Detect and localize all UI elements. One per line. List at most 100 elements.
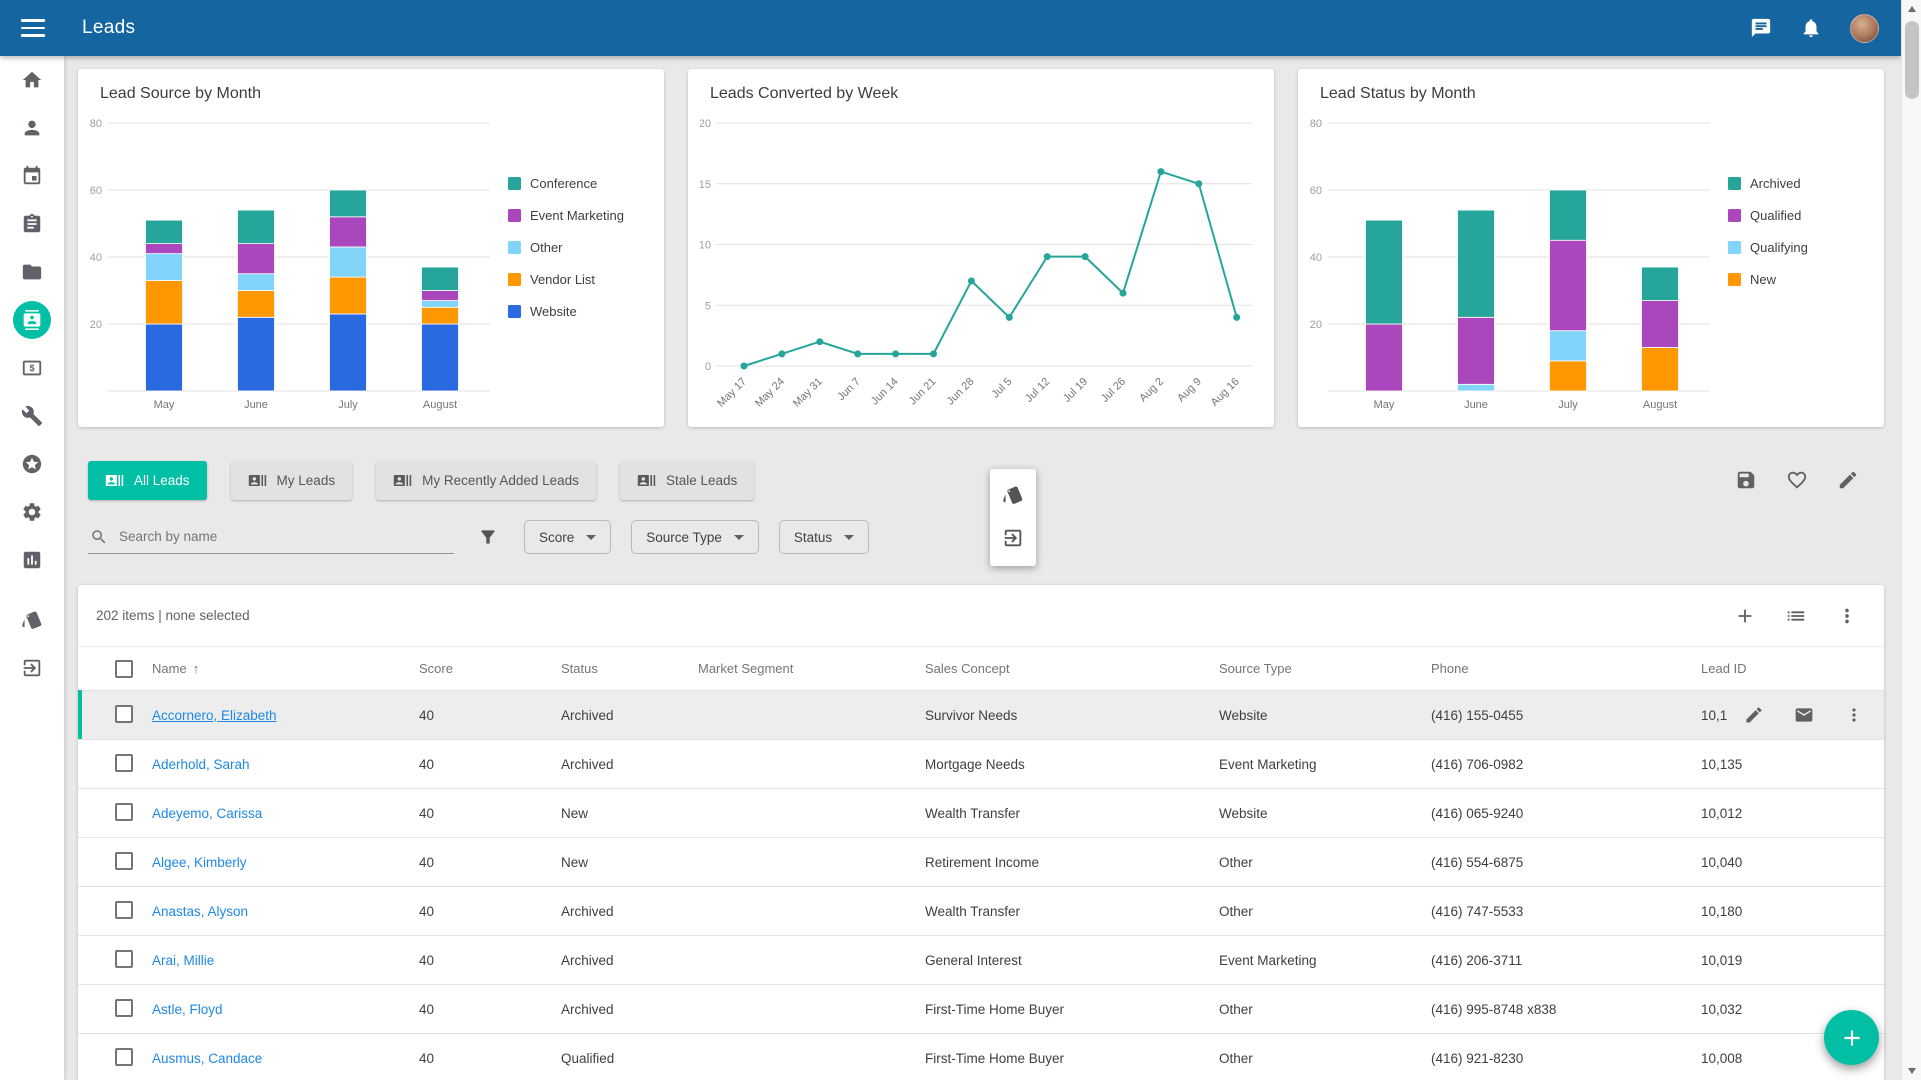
svg-text:Jul 5: Jul 5 [989, 376, 1014, 401]
lead-name-link[interactable]: Adeyemo, Carissa [152, 806, 262, 821]
scroll-down-arrow[interactable] [1902, 1062, 1921, 1080]
status-dropdown[interactable]: Status [779, 520, 869, 554]
page-scrollbar[interactable] [1901, 0, 1921, 1080]
sidebar-item-tags[interactable] [0, 596, 64, 644]
sidebar-item-reports[interactable] [0, 536, 64, 584]
table-body: Accornero, Elizabeth 40 Archived Survivo… [78, 691, 1884, 1080]
row-checkbox[interactable] [115, 999, 133, 1017]
sidebar-item-settings[interactable] [0, 488, 64, 536]
chat-icon[interactable] [1750, 17, 1772, 39]
row-checkbox[interactable] [115, 803, 133, 821]
user-avatar[interactable] [1850, 14, 1879, 43]
menu-icon[interactable] [21, 19, 45, 37]
sidebar-item-tasks[interactable] [0, 200, 64, 248]
table-row[interactable]: Adeyemo, Carissa 40 New Wealth Transfer … [78, 789, 1884, 838]
assign-exit-icon[interactable] [1002, 527, 1024, 549]
table-row[interactable]: Arai, Millie 40 Archived General Interes… [78, 936, 1884, 985]
view-list-icon[interactable] [1785, 605, 1807, 627]
scroll-up-arrow[interactable] [1902, 0, 1921, 18]
more-options-kebab-icon[interactable] [1836, 605, 1858, 627]
column-header-lead-id[interactable]: Lead ID [1701, 661, 1884, 676]
row-checkbox[interactable] [115, 852, 133, 870]
edit-pencil-icon[interactable] [1837, 469, 1859, 491]
exit-icon [21, 657, 43, 679]
lead-name-link[interactable]: Accornero, Elizabeth [152, 708, 277, 723]
row-checkbox[interactable] [115, 1048, 133, 1066]
lead-name-link[interactable]: Algee, Kimberly [152, 855, 247, 870]
sidebar-item-documents[interactable] [0, 248, 64, 296]
table-row[interactable]: Ausmus, Candace 40 Qualified First-Time … [78, 1034, 1884, 1080]
email-envelope-icon[interactable] [1794, 705, 1814, 725]
lead-score: 40 [419, 806, 561, 821]
sidebar-item-leads-active[interactable] [0, 296, 64, 344]
favorite-heart-icon[interactable] [1786, 469, 1808, 491]
floating-actions-panel [990, 469, 1036, 566]
lead-status: New [561, 806, 698, 821]
table-row[interactable]: Anastas, Alyson 40 Archived Wealth Trans… [78, 887, 1884, 936]
svg-text:Aug 9: Aug 9 [1175, 376, 1204, 405]
lead-score: 40 [419, 904, 561, 919]
edit-pencil-icon[interactable] [1744, 705, 1764, 725]
column-header-status[interactable]: Status [561, 661, 698, 676]
row-checkbox[interactable] [115, 754, 133, 772]
add-icon[interactable] [1734, 605, 1756, 627]
svg-text:May 31: May 31 [791, 376, 825, 410]
lead-name-link[interactable]: Arai, Millie [152, 953, 214, 968]
leads-table-card: 202 items | none selected Name ↑ Score S… [78, 585, 1884, 1080]
tab-stale-leads[interactable]: Stale Leads [620, 461, 754, 500]
svg-text:May: May [154, 399, 175, 411]
lead-name-link[interactable]: Astle, Floyd [152, 1002, 223, 1017]
add-lead-fab[interactable] [1824, 1010, 1879, 1065]
table-row[interactable]: Aderhold, Sarah 40 Archived Mortgage Nee… [78, 740, 1884, 789]
row-checkbox[interactable] [115, 705, 133, 723]
search-input[interactable] [119, 529, 419, 544]
column-header-source-type[interactable]: Source Type [1219, 661, 1431, 676]
more-options-kebab-icon[interactable] [1844, 705, 1864, 725]
sidebar-item-home[interactable] [0, 56, 64, 104]
leads-list-icon [393, 471, 412, 490]
sidebar-item-calendar[interactable] [0, 152, 64, 200]
svg-text:Event Marketing: Event Marketing [530, 208, 624, 223]
contacts-icon [22, 310, 42, 330]
column-header-phone[interactable]: Phone [1431, 661, 1701, 676]
column-header-market-segment[interactable]: Market Segment [698, 661, 925, 676]
tags-icon[interactable] [1002, 484, 1024, 506]
leads-list-icon [105, 471, 124, 490]
notifications-bell-icon[interactable] [1800, 17, 1822, 39]
column-header-score[interactable]: Score [419, 661, 561, 676]
tab-my-leads[interactable]: My Leads [231, 461, 353, 500]
lead-phone: (416) 747-5533 [1431, 904, 1701, 919]
table-row[interactable]: Astle, Floyd 40 Archived First-Time Home… [78, 985, 1884, 1034]
dropdown-label: Status [794, 530, 832, 545]
svg-text:May: May [1374, 399, 1395, 411]
sidebar-item-profile[interactable] [0, 104, 64, 152]
lead-name-link[interactable]: Ausmus, Candace [152, 1051, 262, 1066]
sidebar-item-favorites[interactable] [0, 440, 64, 488]
column-header-name[interactable]: Name ↑ [152, 661, 419, 676]
lead-name-link[interactable]: Aderhold, Sarah [152, 757, 250, 772]
tab-label: My Leads [277, 473, 336, 488]
sidebar-item-sign-out[interactable] [0, 644, 64, 692]
table-row[interactable]: Accornero, Elizabeth 40 Archived Survivo… [78, 691, 1884, 740]
svg-text:80: 80 [90, 118, 102, 130]
leads-list-icon [248, 471, 267, 490]
person-icon [21, 117, 43, 139]
source-type-dropdown[interactable]: Source Type [631, 520, 759, 554]
filter-funnel-icon[interactable] [478, 527, 498, 547]
lead-name-link[interactable]: Anastas, Alyson [152, 904, 248, 919]
row-checkbox[interactable] [115, 950, 133, 968]
scrollbar-thumb[interactable] [1905, 21, 1919, 99]
tab-all-leads[interactable]: All Leads [88, 461, 207, 500]
svg-text:$: $ [29, 363, 34, 373]
row-checkbox[interactable] [115, 901, 133, 919]
sidebar-item-billing[interactable]: $ [0, 344, 64, 392]
save-icon[interactable] [1735, 469, 1757, 491]
lead-sales-concept: Mortgage Needs [925, 757, 1219, 772]
table-row[interactable]: Algee, Kimberly 40 New Retirement Income… [78, 838, 1884, 887]
column-header-sales-concept[interactable]: Sales Concept [925, 661, 1219, 676]
svg-text:10: 10 [700, 240, 711, 252]
select-all-checkbox[interactable] [115, 660, 133, 678]
score-dropdown[interactable]: Score [524, 520, 611, 554]
sidebar-item-tools[interactable] [0, 392, 64, 440]
tab-my-recently-added-leads[interactable]: My Recently Added Leads [376, 461, 596, 500]
